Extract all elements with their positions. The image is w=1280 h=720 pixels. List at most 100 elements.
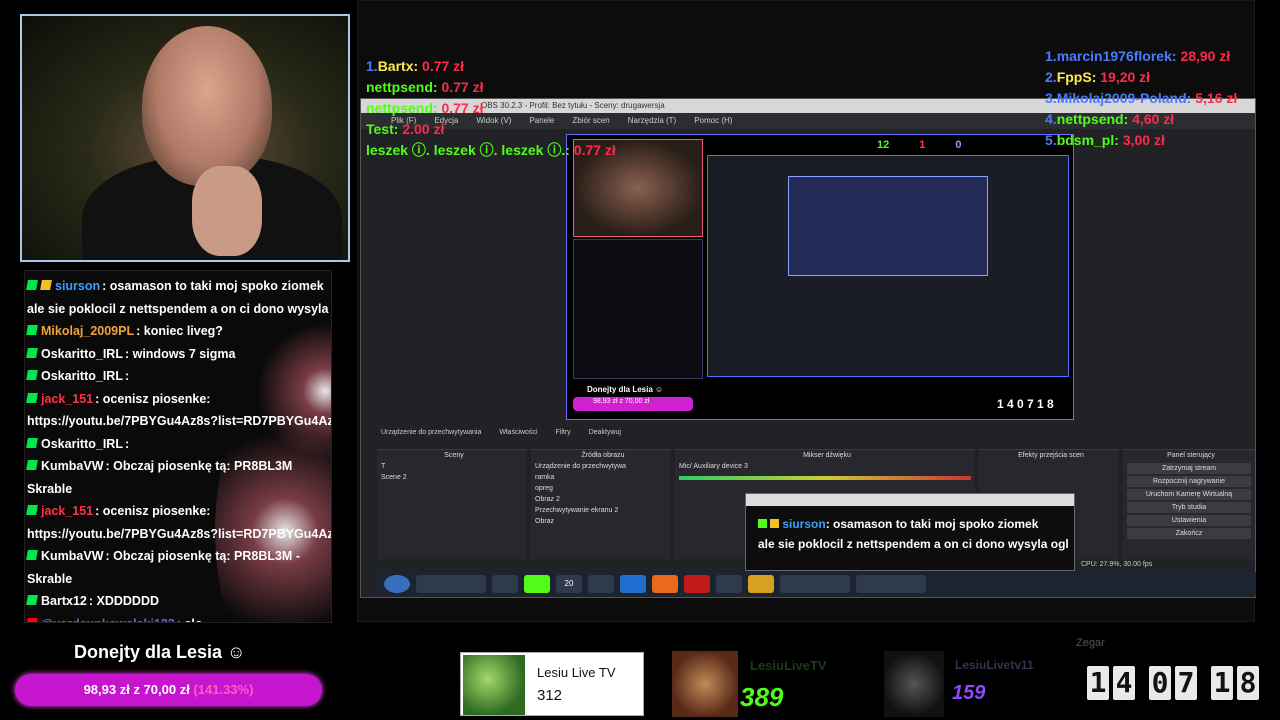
twitch-stream-label: LesiuLivetv11 <box>955 658 1034 672</box>
source-item[interactable]: Urządzenie do przechwytywa <box>531 461 671 472</box>
sub-badge-icon <box>40 280 52 290</box>
taskbar-acrobat-icon[interactable] <box>684 575 710 593</box>
sub-badge-icon <box>770 519 780 528</box>
taskbar-obs-icon[interactable] <box>780 575 850 593</box>
taskbar-app[interactable] <box>588 575 614 593</box>
goal-percent: (141.33%) <box>193 682 254 697</box>
donor-name: FppS <box>1056 69 1092 85</box>
popup-message: siurson: osamason to taki moj spoko ziom… <box>746 506 1074 554</box>
scene-item[interactable]: T <box>377 461 527 472</box>
chat-text: https://youtu.be/7PBYGu4Az8s?list=RD7PBY… <box>27 526 332 541</box>
mixer-channel-label: Mic/ Auxiliary device 3 <box>679 463 748 470</box>
menu-help[interactable]: Pomoc (H) <box>694 113 732 129</box>
donation-amount: 0.77 zł <box>573 142 616 158</box>
clock-digit: 1 <box>1211 666 1233 700</box>
donation-rank: 1. <box>1045 48 1057 64</box>
source-item[interactable]: Obraz <box>531 516 671 527</box>
donation-amount: 2.00 zł <box>402 121 445 137</box>
source-item[interactable]: Przechwytywanie ekranu 2 <box>531 505 671 516</box>
virtual-camera-button[interactable]: Uruchom Kamerę Wirtualną <box>1127 489 1251 500</box>
donation-goal-bar: 98,93 zł z 70,00 zł (141.33%) <box>15 674 322 706</box>
taskbar-app[interactable] <box>416 575 486 593</box>
donor-name: Test <box>366 121 394 137</box>
channel-avatar <box>463 655 525 715</box>
preview-chat <box>573 239 703 379</box>
chat-message: @vardeunkowalski123: elo <box>26 613 329 622</box>
donation-entry: 5.bdsm_pl: 3,00 zł <box>1045 132 1165 148</box>
exit-button[interactable]: Zakończ <box>1127 528 1251 539</box>
streamer-face <box>142 26 272 186</box>
clock-digit: 8 <box>1237 666 1259 700</box>
donation-entry: 3.Mikolaj2009-Poland: 5,16 zł <box>1045 90 1238 106</box>
donation-amount: 28,90 zł <box>1180 48 1231 64</box>
donor-name: nettpsend <box>1056 111 1124 127</box>
settings-button[interactable]: Ustawienia <box>1127 515 1251 526</box>
chat-text: Skrable <box>27 571 73 586</box>
source-item[interactable]: opreg <box>531 483 671 494</box>
source-item[interactable]: Obraz 2 <box>531 494 671 505</box>
stop-stream-button[interactable]: Zatrzymaj stream <box>1127 463 1251 474</box>
kick-badge-icon <box>26 595 38 605</box>
donor-name: Mikolaj2009-Poland <box>1056 90 1187 106</box>
donor-name: bdsm_pl <box>1056 132 1115 148</box>
kick-channel-card: Lesiu Live TV 312 <box>460 652 644 716</box>
start-recording-button[interactable]: Rozpocznij nagrywanie <box>1127 476 1251 487</box>
clock-digit: 1 <box>1087 666 1109 700</box>
chat-username: jack_151 <box>41 504 94 518</box>
chat-text: ale sie poklocil z nettspendem a on ci d… <box>27 301 332 316</box>
channel-name: Lesiu Live TV <box>537 665 616 680</box>
scene-item[interactable]: Scene 2 <box>377 472 527 483</box>
chat-username: KumbaVW <box>41 459 104 473</box>
donation-amount: 3,00 zł <box>1122 132 1165 148</box>
controls-dock-title: Panel sterujący <box>1167 452 1215 459</box>
chat-username: Oskaritto_IRL <box>41 436 123 451</box>
twitch-stream-thumbnail <box>884 651 944 717</box>
taskbar-app[interactable] <box>716 575 742 593</box>
studio-mode-button[interactable]: Tryb studia <box>1127 502 1251 513</box>
chat-text: : koniec liveg? <box>136 324 223 338</box>
chat-username: Mikolaj_2009PL <box>41 324 135 338</box>
donation-entry: nettpsend: 0.77 zł <box>366 79 484 95</box>
volume-meter <box>679 476 971 480</box>
chat-message: siurson: osamason to taki moj spoko ziom… <box>26 275 329 298</box>
donation-entry: 2.FppS: 19,20 zł <box>1045 69 1151 85</box>
chat-message: jack_151: ocenisz piosenke: <box>26 500 329 523</box>
taskbar-app[interactable] <box>856 575 926 593</box>
menu-tools[interactable]: Narzędzia (T) <box>628 113 676 129</box>
donation-rank: 4. <box>1045 111 1057 127</box>
channel-viewers: 312 <box>537 687 563 704</box>
chat-text: : ocenisz piosenke: <box>95 504 211 518</box>
kick-badge-icon <box>26 460 38 470</box>
start-button[interactable] <box>384 575 410 593</box>
taskbar-app[interactable]: 20 <box>556 575 582 593</box>
donation-goal-title: Donejty dla Lesia ☺ <box>74 642 246 662</box>
taskbar-kick-icon[interactable] <box>524 575 550 593</box>
chat-message: Oskaritto_IRL: windows 7 sigma <box>26 343 329 366</box>
obs-status-bar: CPU: 27.9%, 30.00 fps <box>1081 561 1153 568</box>
chat-message: Mikolaj_2009PL: koniec liveg? <box>26 320 329 343</box>
sources-dock: Źródła obrazu Urządzenie do przechwytywa… <box>531 449 671 559</box>
chat-username: Oskaritto_IRL <box>41 346 123 361</box>
kick-badge-icon <box>26 550 38 560</box>
chat-message: https://youtu.be/7PBYGu4Az8s?list=RD7PBY… <box>27 523 332 546</box>
toolbar-device[interactable]: Urządzenie do przechwytywania <box>381 429 481 436</box>
right-donation-list: 1.marcin1976florek: 28,90 zł 2.FppS: 19,2… <box>1045 46 1237 151</box>
popup-text-2: ale sie poklocil z nettspendem a on ci d… <box>758 537 1069 551</box>
toolbar-filters[interactable]: Filtry <box>556 429 571 436</box>
taskbar-firefox-icon[interactable] <box>652 575 678 593</box>
obs-preview[interactable]: 12 1 0 Donejty dla Lesia ☺ 98,93 zł z 70… <box>566 134 1074 420</box>
donation-entry: 1.marcin1976florek: 28,90 zł <box>1045 48 1231 64</box>
toolbar-deactivate[interactable]: Deaktywuj <box>589 429 621 436</box>
preview-twitch-count: 0 <box>955 139 962 151</box>
kick-badge-icon <box>26 370 38 380</box>
chat-message: https://youtu.be/7PBYGu4Az8s?list=RD7PBY… <box>27 410 331 433</box>
toolbar-properties[interactable]: Właściwości <box>499 429 537 436</box>
kick-badge-icon <box>26 280 38 290</box>
goal-amount: 98,93 zł z 70,00 zł <box>83 682 190 697</box>
taskbar-app[interactable] <box>492 575 518 593</box>
taskbar-ie-icon[interactable] <box>620 575 646 593</box>
source-item[interactable]: ramka <box>531 472 671 483</box>
chat-username: siurson <box>55 279 101 293</box>
taskbar-chrome-icon[interactable] <box>748 575 774 593</box>
donation-entry: leszek ⓘ. leszek ⓘ. leszek ⓘ.: 0.77 zł <box>366 142 616 158</box>
